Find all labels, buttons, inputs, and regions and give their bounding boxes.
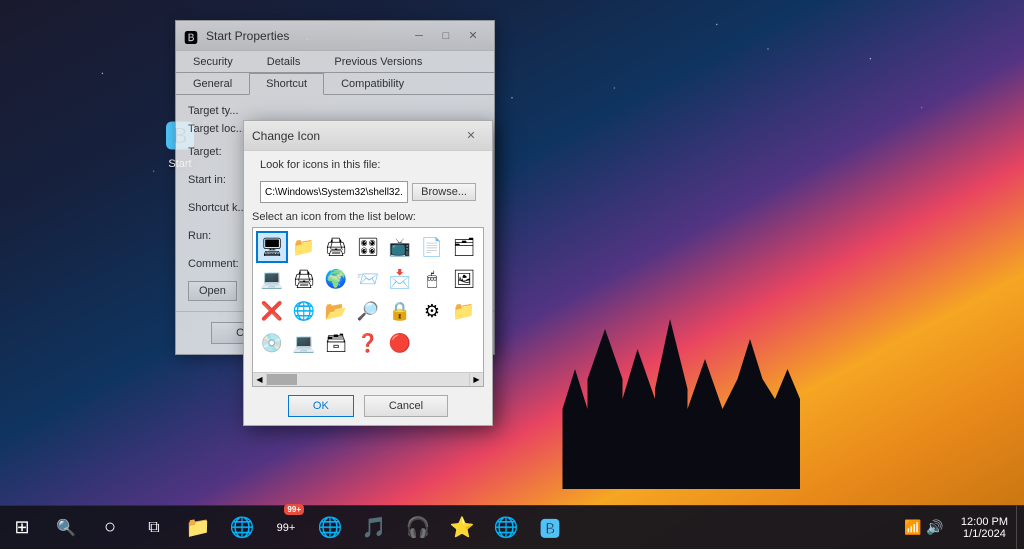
properties-maximize-btn[interactable]: □ <box>433 26 459 46</box>
properties-tabs: Security Details Previous Versions Gener… <box>176 51 494 95</box>
taskbar-app-file-explorer[interactable]: 📁 <box>176 506 220 550</box>
taskbar-app-chrome[interactable]: 🌐 <box>220 506 264 550</box>
scroll-right-arrow[interactable]: ▶ <box>469 373 483 387</box>
file-path-row: Browse... <box>252 175 484 207</box>
taskbar-search-button[interactable]: 🔍 <box>44 506 88 550</box>
icon-cell-3[interactable]: 🎛 <box>353 232 383 262</box>
icon-cell-12[interactable]: 📩 <box>385 264 415 294</box>
tab-previous-versions[interactable]: Previous Versions <box>317 51 439 73</box>
icon-cell-4[interactable]: 📺 <box>385 232 415 262</box>
icon-cell-23[interactable]: 🖨 <box>481 296 484 326</box>
change-icon-cancel-btn[interactable]: Cancel <box>364 395 448 417</box>
scroll-thumb[interactable] <box>267 374 297 385</box>
icon-cell-5[interactable]: 📄 <box>417 232 447 262</box>
icon-grid-container: 🖥 📁 🖨 🎛 📺 📄 🗂 📋 💻 🖨 🌍 📨 📩 🖱 🖼 🔍 ❌ <box>252 227 484 387</box>
properties-tab-row-2: General Shortcut Compatibility <box>176 73 494 95</box>
change-icon-ok-btn[interactable]: OK <box>288 395 354 417</box>
icon-cell-20[interactable]: 🔒 <box>385 296 415 326</box>
icon-cell-6[interactable]: 🗂 <box>449 232 479 262</box>
trees-silhouette <box>550 289 800 489</box>
clock-time: 12:00 PM <box>961 516 1008 528</box>
icon-cell-0[interactable]: 🖥 <box>257 232 287 262</box>
icon-cell-19[interactable]: 🔎 <box>353 296 383 326</box>
tab-compatibility[interactable]: Compatibility <box>324 73 421 95</box>
tab-details[interactable]: Details <box>250 51 318 73</box>
taskbar-app-spotify[interactable]: 🎵 <box>352 506 396 550</box>
clock-date: 1/1/2024 <box>963 528 1006 540</box>
taskbar-system-tray: 📶 🔊 <box>895 518 953 538</box>
taskbar-taskview-button[interactable]: ⧉ <box>132 506 176 550</box>
taskbar: ⊞ 🔍 ○ ⧉ 📁 🌐 99+ 99+ 🌐 🎵 🎧 ⭐ 🌐 🅱 📶 🔊 12:0… <box>0 505 1024 549</box>
icon-cell-9[interactable]: 🖨 <box>289 264 319 294</box>
change-icon-titlebar[interactable]: Change Icon ✕ <box>244 121 492 151</box>
taskbar-clock[interactable]: 12:00 PM 1/1/2024 <box>953 516 1016 540</box>
icon-cell-2[interactable]: 🖨 <box>321 232 351 262</box>
icon-cell-28[interactable]: 🔴 <box>385 328 415 358</box>
properties-tab-row-1: Security Details Previous Versions <box>176 51 494 73</box>
tray-icon-volume[interactable]: 🔊 <box>925 518 945 538</box>
taskbar-app-badge[interactable]: 99+ 99+ <box>264 506 308 550</box>
scroll-left-arrow[interactable]: ◀ <box>253 373 267 387</box>
taskbar-show-desktop-btn[interactable] <box>1016 506 1024 550</box>
change-icon-title: Change Icon <box>252 129 458 143</box>
icon-cell-10[interactable]: 🌍 <box>321 264 351 294</box>
taskbar-app-star[interactable]: ⭐ <box>440 506 484 550</box>
target-type-label: Target ty... <box>188 105 268 117</box>
taskbar-app-custom[interactable]: 🅱 <box>528 506 572 550</box>
icon-cell-11[interactable]: 📨 <box>353 264 383 294</box>
icon-cell-15[interactable]: 🔍 <box>481 264 484 294</box>
scroll-track <box>267 373 469 386</box>
icon-grid: 🖥 📁 🖨 🎛 📺 📄 🗂 📋 💻 🖨 🌍 📨 📩 🖱 🖼 🔍 ❌ <box>253 228 483 362</box>
notification-badge: 99+ <box>284 504 304 515</box>
change-icon-dialog-buttons: OK Cancel <box>244 387 492 425</box>
icon-cell-16[interactable]: ❌ <box>257 296 287 326</box>
change-icon-body: Look for icons in this file: Browse... S… <box>244 151 492 227</box>
icon-cell-14[interactable]: 🖼 <box>449 264 479 294</box>
desktop: 🅱 Start 🅱 Start Properties ─ □ ✕ Securit… <box>0 0 1024 549</box>
taskbar-cortana-button[interactable]: ○ <box>88 506 132 550</box>
icon-cell-8[interactable]: 💻 <box>257 264 287 294</box>
tab-security[interactable]: Security <box>176 51 250 73</box>
icon-scrollbar: ◀ ▶ <box>253 372 483 386</box>
properties-titlebar-icon: 🅱 <box>184 28 200 44</box>
select-icon-label: Select an icon from the list below: <box>252 211 484 227</box>
icon-cell-24[interactable]: 💿 <box>257 328 287 358</box>
icon-cell-1[interactable]: 📁 <box>289 232 319 262</box>
tab-shortcut[interactable]: Shortcut <box>249 73 324 95</box>
icon-cell-25[interactable]: 💻 <box>289 328 319 358</box>
target-type-row: Target ty... <box>188 105 482 117</box>
look-for-label: Look for icons in this file: <box>252 159 484 175</box>
taskbar-pinned-apps: 📁 🌐 99+ 99+ 🌐 🎵 🎧 ⭐ 🌐 🅱 <box>176 506 895 550</box>
icon-cell-7[interactable]: 📋 <box>481 232 484 262</box>
properties-window-title: Start Properties <box>206 29 406 43</box>
change-icon-dialog: Change Icon ✕ Look for icons in this fil… <box>243 120 493 426</box>
browse-btn[interactable]: Browse... <box>412 183 476 201</box>
properties-titlebar[interactable]: 🅱 Start Properties ─ □ ✕ <box>176 21 494 51</box>
icon-cell-13[interactable]: 🖱 <box>417 264 447 294</box>
tray-icon-network[interactable]: 📶 <box>903 518 923 538</box>
change-icon-controls: ✕ <box>458 126 484 146</box>
taskbar-app-browser2[interactable]: 🌐 <box>308 506 352 550</box>
properties-close-btn[interactable]: ✕ <box>460 26 486 46</box>
icon-cell-21[interactable]: ⚙ <box>417 296 447 326</box>
taskbar-app-edge[interactable]: 🌐 <box>484 506 528 550</box>
tab-general[interactable]: General <box>176 73 249 95</box>
properties-minimize-btn[interactable]: ─ <box>406 26 432 46</box>
file-path-input[interactable] <box>260 181 408 203</box>
icon-cell-27[interactable]: ❓ <box>353 328 383 358</box>
icon-cell-26[interactable]: 🗃 <box>321 328 351 358</box>
open-file-location-btn[interactable]: Open <box>188 281 237 301</box>
taskbar-start-button[interactable]: ⊞ <box>0 506 44 550</box>
icon-cell-22[interactable]: 📁 <box>449 296 479 326</box>
taskbar-app-audio[interactable]: 🎧 <box>396 506 440 550</box>
icon-cell-17[interactable]: 🌐 <box>289 296 319 326</box>
icon-cell-18[interactable]: 📂 <box>321 296 351 326</box>
properties-window-controls: ─ □ ✕ <box>406 26 486 46</box>
change-icon-close-btn[interactable]: ✕ <box>458 126 484 146</box>
